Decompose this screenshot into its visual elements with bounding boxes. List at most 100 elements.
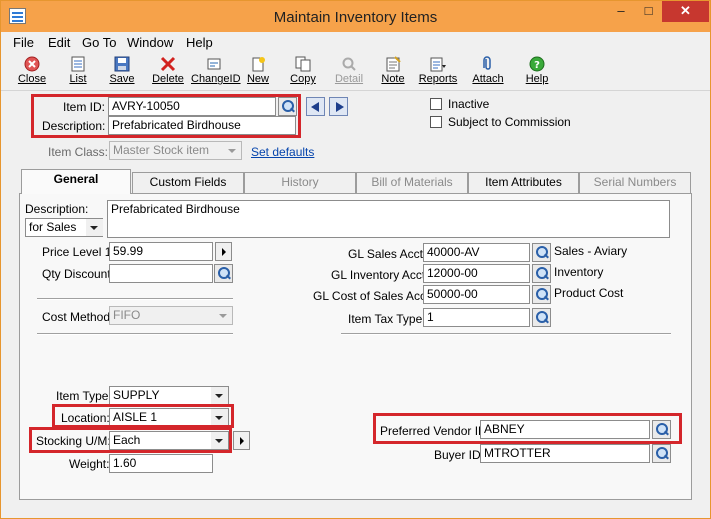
- buyer-id-label: Buyer ID:: [434, 448, 485, 462]
- gl-cost-of-sales-acct-description: Product Cost: [554, 286, 624, 300]
- save-button[interactable]: Save: [99, 54, 145, 90]
- description-type-dropdown-arrow[interactable]: [86, 219, 103, 236]
- buyer-id-lookup-button[interactable]: [652, 444, 671, 463]
- change-id-label: ChangeID: [191, 73, 241, 85]
- toolbar: Close List Save Delete ChangeID New Copy: [1, 53, 710, 91]
- delete-icon: [160, 56, 176, 72]
- set-defaults-link[interactable]: Set defaults: [251, 145, 314, 159]
- gl-sales-acct-lookup-button[interactable]: [532, 243, 551, 262]
- buyer-id-field[interactable]: MTROTTER: [480, 444, 650, 463]
- attach-icon: [483, 56, 491, 70]
- attach-button[interactable]: Attach: [465, 54, 511, 90]
- price-level-field[interactable]: 59.99: [109, 242, 213, 261]
- new-button[interactable]: New: [235, 54, 281, 90]
- gl-inventory-acct-label: GL Inventory Acct:: [331, 268, 429, 282]
- menu-edit[interactable]: Edit: [48, 35, 70, 50]
- location-highlight: [52, 404, 234, 428]
- gl-inventory-acct-description: Inventory: [554, 265, 604, 279]
- price-level-expand-button[interactable]: [215, 242, 232, 261]
- close-label: Close: [17, 73, 47, 85]
- copy-button[interactable]: Copy: [280, 54, 326, 90]
- tab-bill-of-materials[interactable]: Bill of Materials: [356, 172, 468, 193]
- item-type-label: Item Type:: [56, 389, 112, 403]
- copy-label: Copy: [290, 73, 316, 85]
- item-id-highlight: [31, 94, 301, 138]
- delete-button[interactable]: Delete: [145, 54, 191, 90]
- qty-discount-lookup-button[interactable]: [214, 264, 233, 283]
- tab-item-attributes[interactable]: Item Attributes: [468, 172, 579, 193]
- gl-sales-acct-field[interactable]: 40000-AV: [423, 243, 530, 262]
- weight-label: Weight:: [69, 457, 110, 471]
- general-description-label: Description:: [25, 202, 89, 216]
- gl-sales-acct-description: Sales - Aviary: [554, 244, 628, 258]
- subject-to-commission-checkbox[interactable]: [430, 116, 442, 128]
- window-title: Maintain Inventory Items: [273, 9, 438, 26]
- cost-method-label: Cost Method:: [42, 310, 114, 324]
- subject-to-commission-label: Subject to Commission: [448, 115, 571, 129]
- qty-discount-label: Qty Discount:: [42, 267, 115, 281]
- stocking-um-expand-button[interactable]: [233, 431, 250, 450]
- minimize-button[interactable]: –: [607, 1, 635, 22]
- note-icon: [386, 56, 401, 72]
- detail-button[interactable]: Detail: [326, 54, 372, 90]
- gl-inventory-acct-field[interactable]: 12000-00: [423, 264, 530, 283]
- change-id-icon: [207, 58, 221, 70]
- list-label: List: [69, 73, 87, 85]
- gl-cost-of-sales-acct-field[interactable]: 50000-00: [423, 285, 530, 304]
- menu-window[interactable]: Window: [127, 35, 173, 50]
- new-icon: [252, 57, 265, 72]
- close-window-button[interactable]: ✕: [662, 1, 709, 22]
- item-tax-type-label: Item Tax Type:: [348, 312, 426, 326]
- attach-label: Attach: [472, 73, 504, 85]
- help-label: Help: [525, 73, 549, 85]
- divider: [37, 298, 233, 300]
- preferred-vendor-highlight: [373, 413, 682, 444]
- description-for-sales-textarea[interactable]: Prefabricated Birdhouse: [107, 200, 670, 238]
- list-icon: [71, 56, 85, 72]
- gl-cost-of-sales-acct-lookup-button[interactable]: [532, 285, 551, 304]
- price-level-label: Price Level 1:: [42, 245, 115, 259]
- divider: [37, 333, 233, 335]
- item-type-dropdown-arrow[interactable]: [211, 387, 228, 404]
- menu-bar: File Edit Go To Window Help: [1, 32, 710, 52]
- copy-icon: [295, 56, 311, 72]
- close-button[interactable]: Close: [9, 54, 55, 90]
- item-tax-type-field[interactable]: 1: [423, 308, 530, 327]
- qty-discount-field[interactable]: [109, 264, 213, 283]
- svg-text:?: ?: [534, 60, 540, 71]
- detail-icon: [342, 57, 356, 71]
- gl-inventory-acct-lookup-button[interactable]: [532, 264, 551, 283]
- save-label: Save: [109, 73, 135, 85]
- detail-label: Detail: [334, 73, 364, 85]
- title-bar: Maintain Inventory Items – □ ✕: [1, 1, 710, 32]
- save-icon: [114, 56, 130, 72]
- note-button[interactable]: Note: [370, 54, 416, 90]
- reports-label: Reports: [418, 73, 458, 85]
- previous-record-button[interactable]: [306, 97, 325, 116]
- delete-label: Delete: [152, 73, 184, 85]
- tab-general[interactable]: General: [21, 169, 131, 194]
- item-tax-type-lookup-button[interactable]: [532, 308, 551, 327]
- item-class-dropdown-arrow[interactable]: [224, 142, 241, 159]
- reports-icon: [430, 57, 446, 72]
- help-button[interactable]: ? Help: [514, 54, 560, 90]
- inactive-checkbox[interactable]: [430, 98, 442, 110]
- reports-button[interactable]: Reports: [414, 54, 462, 90]
- stocking-um-highlight: [29, 427, 232, 453]
- next-record-button[interactable]: [329, 97, 348, 116]
- change-id-button[interactable]: ChangeID: [191, 54, 241, 90]
- tab-custom-fields[interactable]: Custom Fields: [132, 172, 244, 193]
- close-icon: [24, 56, 40, 72]
- menu-help[interactable]: Help: [186, 35, 213, 50]
- tab-serial-numbers[interactable]: Serial Numbers: [579, 172, 691, 193]
- menu-go-to[interactable]: Go To: [82, 35, 116, 50]
- weight-field[interactable]: 1.60: [109, 454, 213, 473]
- cost-method-dropdown-arrow[interactable]: [215, 307, 232, 324]
- maximize-button[interactable]: □: [635, 1, 662, 22]
- item-class-select[interactable]: Master Stock item: [109, 141, 242, 160]
- maintain-inventory-window: Maintain Inventory Items – □ ✕ File Edit…: [0, 0, 711, 519]
- new-label: New: [246, 73, 269, 85]
- menu-file[interactable]: File: [13, 35, 34, 50]
- tab-history[interactable]: History: [244, 172, 356, 193]
- list-button[interactable]: List: [55, 54, 101, 90]
